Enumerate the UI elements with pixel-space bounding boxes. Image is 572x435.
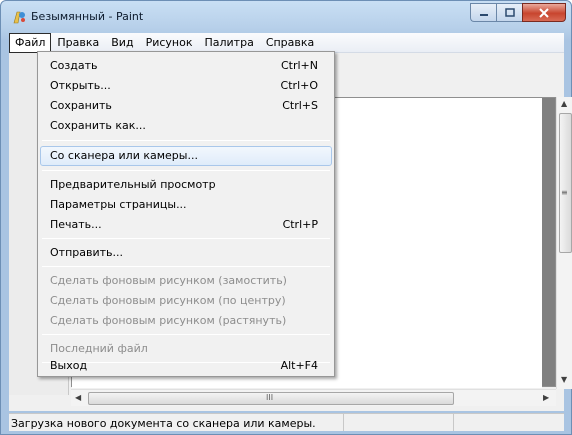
menu-item-print[interactable]: Печать... Ctrl+P — [40, 215, 332, 235]
menu-item-shortcut: Ctrl+P — [282, 218, 318, 231]
menu-item-send[interactable]: Отправить... — [40, 243, 332, 263]
menu-item-label: Открыть... — [50, 79, 111, 92]
menu-item-save[interactable]: Сохранить Ctrl+S — [40, 96, 332, 116]
menu-item-shortcut: Ctrl+N — [280, 59, 318, 72]
scroll-right-arrow-icon[interactable]: ▶ — [543, 393, 549, 402]
status-bar: Загрузка нового документа со сканера или… — [9, 413, 564, 431]
menu-item-label: Создать — [50, 59, 98, 72]
menu-bar: Файл Правка Вид Рисунок Палитра Справка — [9, 33, 564, 53]
vertical-scroll-thumb[interactable] — [559, 113, 572, 253]
menu-item-label: Сделать фоновым рисунком (растянуть) — [50, 314, 287, 327]
vertical-scrollbar[interactable]: ▲ ≡ ▼ — [556, 97, 572, 389]
menu-separator — [42, 238, 330, 239]
file-menu-dropdown: Создать Ctrl+N Открыть... Ctrl+O Сохрани… — [37, 51, 335, 377]
menu-item-from-scanner[interactable]: Со сканера или камеры... — [40, 146, 332, 166]
menu-item-open[interactable]: Открыть... Ctrl+O — [40, 76, 332, 96]
window-title: Безымянный - Paint — [31, 10, 144, 23]
menu-item-print-preview[interactable]: Предварительный просмотр — [40, 175, 332, 195]
close-button[interactable] — [522, 3, 566, 22]
menu-view[interactable]: Вид — [105, 33, 139, 53]
menu-item-page-setup[interactable]: Параметры страницы... — [40, 195, 332, 215]
menu-file[interactable]: Файл — [9, 33, 52, 53]
maximize-icon — [504, 7, 515, 17]
menu-item-wallpaper-stretch: Сделать фоновым рисунком (растянуть) — [40, 311, 332, 331]
status-cell-size — [454, 414, 564, 431]
menu-help[interactable]: Справка — [260, 33, 320, 53]
menu-item-wallpaper-center: Сделать фоновым рисунком (по центру) — [40, 291, 332, 311]
menu-item-exit[interactable]: Выход Alt+F4 — [40, 356, 332, 376]
menu-edit[interactable]: Правка — [51, 33, 105, 53]
menu-item-wallpaper-tile: Сделать фоновым рисунком (замостить) — [40, 271, 332, 291]
scroll-up-arrow-icon[interactable]: ▲ — [561, 99, 567, 108]
menu-item-label: Сохранить как... — [50, 119, 146, 132]
menu-item-shortcut: Ctrl+O — [280, 79, 318, 92]
menu-colors[interactable]: Палитра — [198, 33, 259, 53]
menu-item-label: Со сканера или камеры... — [50, 149, 198, 162]
caption-buttons — [470, 3, 566, 23]
menu-separator — [42, 170, 330, 171]
menu-item-label: Последний файл — [50, 342, 148, 355]
menu-item-label: Сделать фоновым рисунком (по центру) — [50, 294, 286, 307]
menu-item-label: Предварительный просмотр — [50, 178, 216, 191]
paint-palette-icon[interactable] — [11, 9, 27, 25]
horizontal-thumb-grip: III — [266, 393, 274, 402]
menu-item-shortcut: Alt+F4 — [280, 359, 318, 372]
menu-separator — [42, 140, 330, 141]
menu-separator — [42, 334, 330, 335]
menu-item-label: Печать... — [50, 218, 102, 231]
title-bar[interactable]: Безымянный - Paint — [1, 1, 571, 33]
status-text: Загрузка нового документа со сканера или… — [9, 414, 344, 431]
maximize-button[interactable] — [496, 3, 522, 22]
menu-separator — [42, 266, 330, 267]
minimize-icon — [479, 13, 488, 16]
status-cell-position — [344, 414, 454, 431]
close-icon — [539, 7, 549, 18]
menu-item-label: Параметры страницы... — [50, 198, 187, 211]
menu-image[interactable]: Рисунок — [140, 33, 199, 53]
menu-item-label: Сохранить — [50, 99, 112, 112]
horizontal-scrollbar[interactable]: ◀ III ▶ — [71, 389, 556, 406]
menu-item-label: Сделать фоновым рисунком (замостить) — [50, 274, 287, 287]
scroll-down-arrow-icon[interactable]: ▼ — [561, 375, 567, 384]
menu-item-label: Отправить... — [50, 246, 123, 259]
menu-item-shortcut: Ctrl+S — [282, 99, 318, 112]
menu-item-new[interactable]: Создать Ctrl+N — [40, 56, 332, 76]
scroll-left-arrow-icon[interactable]: ◀ — [75, 393, 81, 402]
menu-item-save-as[interactable]: Сохранить как... — [40, 116, 332, 136]
vertical-thumb-grip: ≡ — [561, 188, 568, 197]
minimize-button[interactable] — [470, 3, 496, 22]
menu-item-label: Выход — [50, 359, 88, 372]
